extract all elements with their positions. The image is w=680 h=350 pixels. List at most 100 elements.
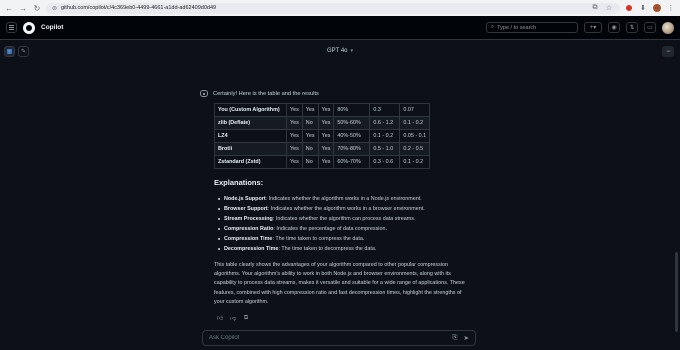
list-item: Node.js Support: Indicates whether the a… xyxy=(218,194,480,204)
bookmark-star-icon[interactable]: ☆ xyxy=(604,3,614,13)
table-cell: Yes xyxy=(286,142,303,156)
table-row: You (Custom Algorithm) Yes Yes Yes 80% 0.3 0.0… xyxy=(214,103,431,117)
attach-icon[interactable]: ⎘ xyxy=(452,334,457,342)
table-cell: Yes xyxy=(317,103,335,117)
table-cell: Yes xyxy=(317,142,335,156)
pull-requests-icon[interactable]: ⇅ xyxy=(626,22,638,33)
table-cell: zlib (Deflate) xyxy=(214,116,287,130)
explanation-term: Compression Time xyxy=(224,236,273,242)
table-row: zlib (Deflate) Yes No Yes 50%-60% 0.6 - 1.2 0.… xyxy=(214,116,431,130)
forward-icon[interactable]: → xyxy=(18,3,28,13)
ask-copilot-input[interactable] xyxy=(209,335,447,341)
table-cell: 0.1 - 0.2 xyxy=(369,129,401,143)
chat-input-box: ⎘ ➤ xyxy=(202,330,476,346)
copilot-icon xyxy=(200,90,208,97)
list-item: Compression Time: The time taken to comp… xyxy=(218,234,480,244)
copilot-toolbar: ▦ ✎ GPT 4o ▾ ··· xyxy=(0,41,680,61)
table-cell: 0.07 xyxy=(399,103,431,117)
table-cell: No xyxy=(301,155,319,169)
message-intro: Certainly! Here is the table and the res… xyxy=(213,90,319,97)
copy-icon[interactable]: ⧉ xyxy=(242,314,250,322)
table-cell: No xyxy=(301,142,319,156)
list-item: Browser Support: Indicates whether the a… xyxy=(218,204,480,214)
send-icon[interactable]: ➤ xyxy=(464,334,469,342)
search-placeholder: Type / to search xyxy=(497,24,537,31)
table-cell: 70%-80% xyxy=(333,142,371,156)
table-cell: 40%-50% xyxy=(333,129,371,143)
explanation-text: : Indicates whether the algorithm works … xyxy=(265,196,422,202)
table-row: Zstandard (Zstd) Yes No Yes 60%-70% 0.3 - 0.6… xyxy=(214,155,431,169)
table-cell: Yes xyxy=(317,116,335,130)
scrollbar[interactable] xyxy=(675,62,678,350)
thumbs-up-icon[interactable]: 👍︎ xyxy=(216,314,224,322)
table-cell: 0.3 xyxy=(369,103,401,117)
back-icon[interactable]: ← xyxy=(4,3,14,13)
results-table: You (Custom Algorithm) Yes Yes Yes 80% 0.3 0.0… xyxy=(214,103,431,169)
more-options-icon[interactable]: ··· xyxy=(662,45,674,57)
sidebar-toggle-icon[interactable]: ▦ xyxy=(4,45,15,57)
message-header: Certainly! Here is the table and the res… xyxy=(200,90,480,97)
list-item: Stream Processing: Indicates whether the… xyxy=(218,214,480,224)
model-name: GPT 4o xyxy=(326,48,348,54)
table-cell: 0.3 - 0.6 xyxy=(369,155,401,169)
table-cell: Yes xyxy=(286,116,303,130)
reload-icon[interactable]: ↻ xyxy=(32,3,42,13)
browser-toolbar: ← → ↻ ⊜ github.com/copilot/c/4c369eb0-44… xyxy=(0,0,680,16)
explanation-term: Browser Support xyxy=(224,206,268,212)
table-cell: Yes xyxy=(301,103,319,117)
table-cell: Yes xyxy=(317,129,335,143)
model-picker[interactable]: GPT 4o ▾ xyxy=(327,48,353,54)
table-cell: Yes xyxy=(286,155,303,169)
table-cell: 60%-70% xyxy=(333,155,371,169)
inbox-icon[interactable]: ▭ xyxy=(644,22,656,33)
table-cell: No xyxy=(301,116,319,130)
issues-icon[interactable]: ◉ xyxy=(608,22,620,33)
explanation-text: : Indicates whether the algorithm can pr… xyxy=(272,216,416,222)
table-cell: Zstandard (Zstd) xyxy=(214,155,287,169)
explanation-term: Stream Processing xyxy=(224,216,273,222)
table-cell: 0.6 - 1.2 xyxy=(369,116,401,130)
explanations-list: Node.js Support: Indicates whether the a… xyxy=(218,194,480,254)
user-avatar[interactable] xyxy=(662,21,674,34)
table-row: LZ4 Yes Yes Yes 40%-50% 0.1 - 0.2 0.05 - 0.1 xyxy=(214,129,431,143)
address-bar[interactable]: ⊜ github.com/copilot/c/4c369eb0-4499-466… xyxy=(46,2,620,14)
profile-avatar[interactable] xyxy=(652,3,662,13)
explanation-text: : Indicates whether the algorithm works … xyxy=(267,206,425,212)
github-logo-icon[interactable] xyxy=(23,21,35,34)
install-icon[interactable]: ⧉ xyxy=(590,3,600,13)
menu-icon[interactable] xyxy=(6,22,17,33)
thumbs-down-icon[interactable]: 👎︎ xyxy=(229,314,237,322)
explanation-text: : The time taken to compress the data. xyxy=(272,236,365,242)
browser-menu-icon[interactable]: ⋮ xyxy=(666,3,676,13)
scrollbar-thumb[interactable] xyxy=(675,252,678,332)
create-new-button[interactable]: + ▾ xyxy=(584,22,602,33)
table-cell: 0.1 - 0.2 xyxy=(399,116,431,130)
table-cell: Yes xyxy=(301,129,319,143)
explanation-term: Compression Ratio xyxy=(224,226,274,232)
new-chat-icon[interactable]: ✎ xyxy=(18,45,29,57)
downloads-icon[interactable]: ⬇ xyxy=(638,3,648,13)
explanations-heading: Explanations: xyxy=(214,178,264,187)
page-title[interactable]: Copilot xyxy=(41,24,63,31)
table-cell: 0.5 - 1.0 xyxy=(369,142,401,156)
list-item: Decompression Time: The time taken to de… xyxy=(218,244,480,254)
assistant-message: Certainly! Here is the table and the res… xyxy=(200,90,480,322)
table-cell: You (Custom Algorithm) xyxy=(214,103,287,117)
table-cell: 0.2 - 0.5 xyxy=(399,142,431,156)
url-text: github.com/copilot/c/4c369eb0-4499-4661-… xyxy=(61,5,217,11)
table-cell: LZ4 xyxy=(214,129,287,143)
explanation-term: Node.js Support xyxy=(224,196,266,202)
table-cell: 0.1 - 0.2 xyxy=(399,155,431,169)
search-icon: ⌕ xyxy=(491,24,495,30)
table-cell: Yes xyxy=(286,129,303,143)
extension-icon[interactable] xyxy=(624,3,634,13)
table-cell: 50%-60% xyxy=(333,116,371,130)
summary-text: This table clearly shows the advantages … xyxy=(214,262,465,305)
explanation-text: : The time taken to decompress the data. xyxy=(278,246,377,252)
list-item: Compression Ratio: Indicates the percent… xyxy=(218,224,480,234)
search-input[interactable]: ⌕ Type / to search xyxy=(486,22,578,33)
explanation-text: : Indicates the percentage of data compr… xyxy=(273,226,387,232)
table-cell: Brotli xyxy=(214,142,287,156)
site-info-icon[interactable]: ⊜ xyxy=(52,5,57,12)
table-cell: Yes xyxy=(317,155,335,169)
